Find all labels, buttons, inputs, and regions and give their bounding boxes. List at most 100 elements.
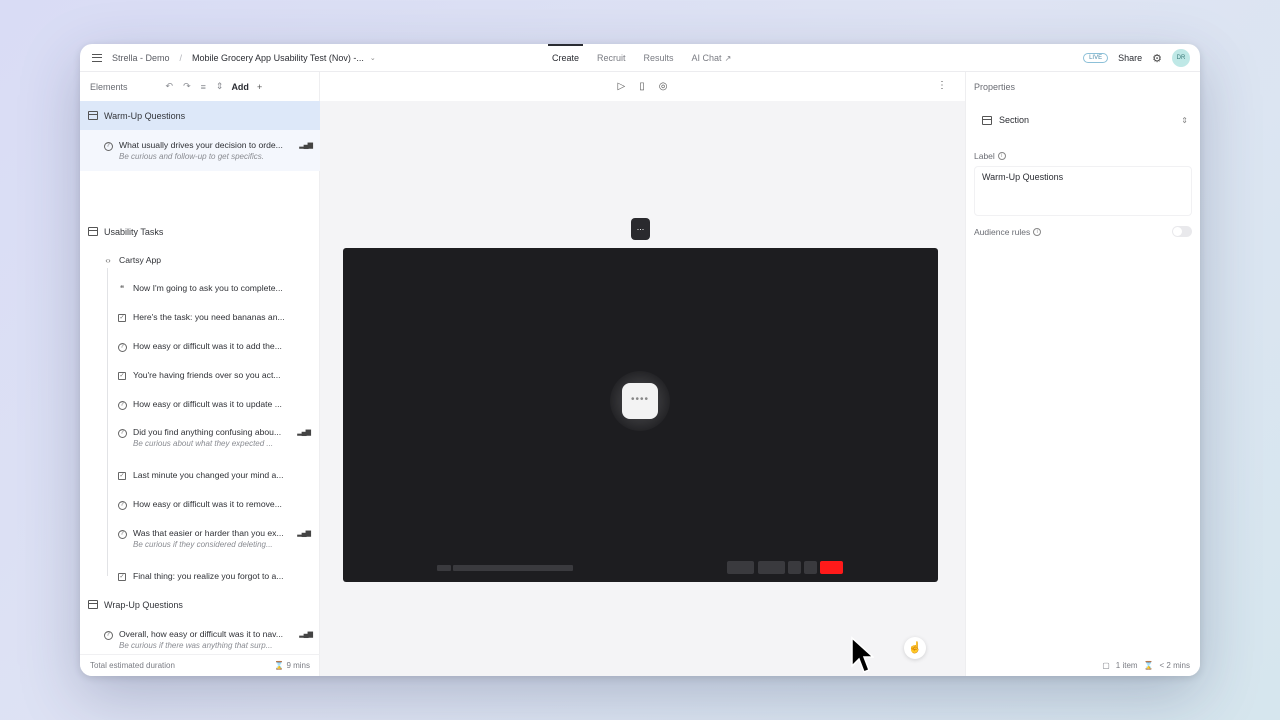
share-button[interactable]: Share bbox=[1118, 53, 1142, 63]
canvas-toolbar: ▷ ▯ ◎ ⋮ bbox=[320, 72, 965, 101]
list-item-text: Did you find anything confusing abou... bbox=[133, 427, 282, 437]
breadcrumb-workspace[interactable]: Strella - Demo bbox=[112, 53, 170, 63]
list-item-text: Overall, how easy or difficult was it to… bbox=[119, 629, 283, 639]
video-control-button[interactable] bbox=[788, 561, 801, 574]
code-icon: ‹› bbox=[105, 255, 111, 265]
section-icon bbox=[88, 227, 98, 236]
list-item[interactable]: ? How easy or difficult was it to remove.… bbox=[116, 497, 320, 511]
record-button[interactable] bbox=[820, 561, 843, 574]
label-caption: Label i bbox=[974, 151, 1006, 161]
section-icon bbox=[982, 115, 992, 125]
section-usability-tasks[interactable]: Usability Tasks bbox=[80, 217, 320, 246]
more-options-button[interactable]: ... bbox=[631, 218, 650, 240]
element-type-select[interactable]: Section ⇕ bbox=[974, 109, 1192, 131]
audience-rules-toggle[interactable] bbox=[1172, 226, 1192, 237]
list-item-text: Was that easier or harder than you ex... bbox=[133, 528, 284, 538]
more-vertical-icon[interactable]: ⋮ bbox=[937, 80, 947, 91]
list-item[interactable]: ✓ Last minute you changed your mind a... bbox=[116, 468, 320, 482]
redo-icon[interactable]: ↷ bbox=[183, 81, 191, 92]
list-item[interactable]: ? Overall, how easy or difficult was it t… bbox=[102, 627, 322, 650]
menu-icon[interactable] bbox=[92, 53, 102, 62]
properties-footer: ▢ 1 item ⌛ < 2 mins bbox=[1102, 661, 1190, 670]
plus-icon[interactable]: + bbox=[257, 82, 262, 92]
question-icon: ? bbox=[116, 399, 128, 410]
list-item[interactable]: ✓ You're having friends over so you act..… bbox=[116, 368, 320, 382]
question-icon: ? bbox=[102, 140, 114, 151]
list-item[interactable]: ❝ Now I'm going to ask you to complete... bbox=[116, 281, 320, 295]
item-count: 1 item bbox=[1115, 661, 1138, 670]
tab-results[interactable]: Results bbox=[642, 44, 676, 72]
list-item[interactable]: ? How easy or difficult was it to add the… bbox=[116, 339, 320, 353]
mouse-cursor-icon bbox=[851, 636, 874, 673]
touch-icon[interactable]: ☝ bbox=[904, 637, 926, 659]
audience-rules-label: Audience rules bbox=[974, 226, 1031, 237]
video-progress-bar[interactable] bbox=[453, 565, 573, 571]
group-item-cartsy-app[interactable]: ‹› Cartsy App bbox=[102, 253, 322, 267]
external-link-icon: ↗ bbox=[724, 54, 732, 63]
list-item-subtext: Be curious if there was anything that su… bbox=[119, 641, 273, 650]
question-icon: ? bbox=[102, 629, 114, 640]
collapse-icon[interactable]: ≡ bbox=[201, 82, 206, 92]
avatar[interactable]: DR bbox=[1172, 49, 1190, 67]
tab-ai-chat-label: AI Chat bbox=[691, 53, 722, 63]
label-input[interactable]: Warm-Up Questions bbox=[974, 166, 1192, 216]
info-icon[interactable]: i bbox=[1033, 227, 1042, 236]
task-icon: ✓ bbox=[118, 472, 126, 480]
list-item[interactable]: ✓ Here's the task: you need bananas an... bbox=[116, 310, 320, 324]
task-icon: ✓ bbox=[118, 573, 126, 581]
group-label: Cartsy App bbox=[119, 255, 162, 265]
check-circle-icon[interactable]: ◎ bbox=[659, 81, 668, 92]
video-control-button[interactable] bbox=[727, 561, 754, 574]
list-item[interactable]: ? Was that easier or harder than you ex..… bbox=[116, 526, 320, 549]
tab-create[interactable]: Create bbox=[547, 44, 584, 72]
question-icon: ? bbox=[116, 528, 128, 539]
list-item-text: What usually drives your decision to ord… bbox=[119, 140, 283, 150]
nest-line bbox=[107, 268, 108, 576]
tab-recruit[interactable]: Recruit bbox=[595, 44, 628, 72]
video-control-bar bbox=[437, 565, 451, 571]
video-preview[interactable]: •••• bbox=[343, 248, 938, 582]
duration-footer: Total estimated duration ⌛ 9 mins bbox=[80, 654, 320, 676]
list-item[interactable]: ? Did you find anything confusing abou...… bbox=[116, 425, 320, 448]
top-bar: Strella - Demo / Mobile Grocery App Usab… bbox=[80, 44, 1200, 72]
question-icon: ? bbox=[116, 499, 128, 510]
item-icon: ▢ bbox=[1102, 661, 1110, 670]
breadcrumb-study-title[interactable]: Mobile Grocery App Usability Test (Nov) … bbox=[192, 53, 364, 63]
elements-panel: Elements ↶ ↷ ≡ ⇕ Add + Warm-Up Questions… bbox=[80, 72, 320, 676]
question-icon: ? bbox=[116, 427, 128, 438]
live-badge: LIVE bbox=[1083, 53, 1109, 63]
section-warm-up-questions[interactable]: Warm-Up Questions bbox=[80, 101, 320, 130]
video-control-button[interactable] bbox=[758, 561, 785, 574]
list-item-text: Last minute you changed your mind a... bbox=[133, 470, 284, 480]
list-item[interactable]: ? What usually drives your decision to or… bbox=[102, 138, 322, 161]
quote-icon: ❝ bbox=[119, 283, 125, 293]
expand-icon[interactable]: ⇕ bbox=[216, 81, 224, 92]
list-item-text: Now I'm going to ask you to complete... bbox=[133, 283, 283, 293]
app-window: Strella - Demo / Mobile Grocery App Usab… bbox=[80, 44, 1200, 676]
add-button[interactable]: Add bbox=[231, 82, 249, 92]
play-icon[interactable]: ▷ bbox=[618, 81, 626, 92]
signal-icon: ▂▄▆ bbox=[299, 631, 313, 638]
loading-icon: •••• bbox=[622, 383, 658, 419]
video-control-button[interactable] bbox=[804, 561, 817, 574]
list-item-subtext: Be curious if they considered deleting..… bbox=[133, 540, 273, 549]
main-tabs: Create Recruit Results AI Chat ↗ bbox=[547, 44, 734, 72]
info-icon[interactable]: i bbox=[997, 152, 1006, 160]
undo-icon[interactable]: ↶ bbox=[166, 81, 174, 92]
tab-ai-chat[interactable]: AI Chat ↗ bbox=[690, 44, 734, 72]
element-type-value: Section bbox=[999, 115, 1030, 125]
chevron-down-icon[interactable]: ⌄ bbox=[370, 54, 376, 62]
gear-icon[interactable]: ⚙ bbox=[1152, 52, 1162, 65]
list-item-text: How easy or difficult was it to remove..… bbox=[133, 499, 282, 509]
list-item[interactable]: ✓ Final thing: you realize you forgot to … bbox=[116, 569, 320, 583]
signal-icon: ▂▄▆ bbox=[297, 530, 311, 537]
section-label: Usability Tasks bbox=[104, 226, 164, 237]
elements-panel-header: Elements ↶ ↷ ≡ ⇕ Add + bbox=[80, 72, 319, 101]
list-item[interactable]: ? How easy or difficult was it to update … bbox=[116, 397, 320, 411]
section-icon bbox=[88, 111, 98, 120]
mobile-preview-icon[interactable]: ▯ bbox=[639, 81, 645, 92]
list-item-subtext: Be curious about what they expected ... bbox=[133, 439, 274, 448]
section-wrap-up-questions[interactable]: Wrap-Up Questions bbox=[80, 590, 320, 619]
audience-rules-row: Audience rules i bbox=[974, 226, 1192, 237]
signal-icon: ▂▄▆ bbox=[297, 429, 311, 436]
